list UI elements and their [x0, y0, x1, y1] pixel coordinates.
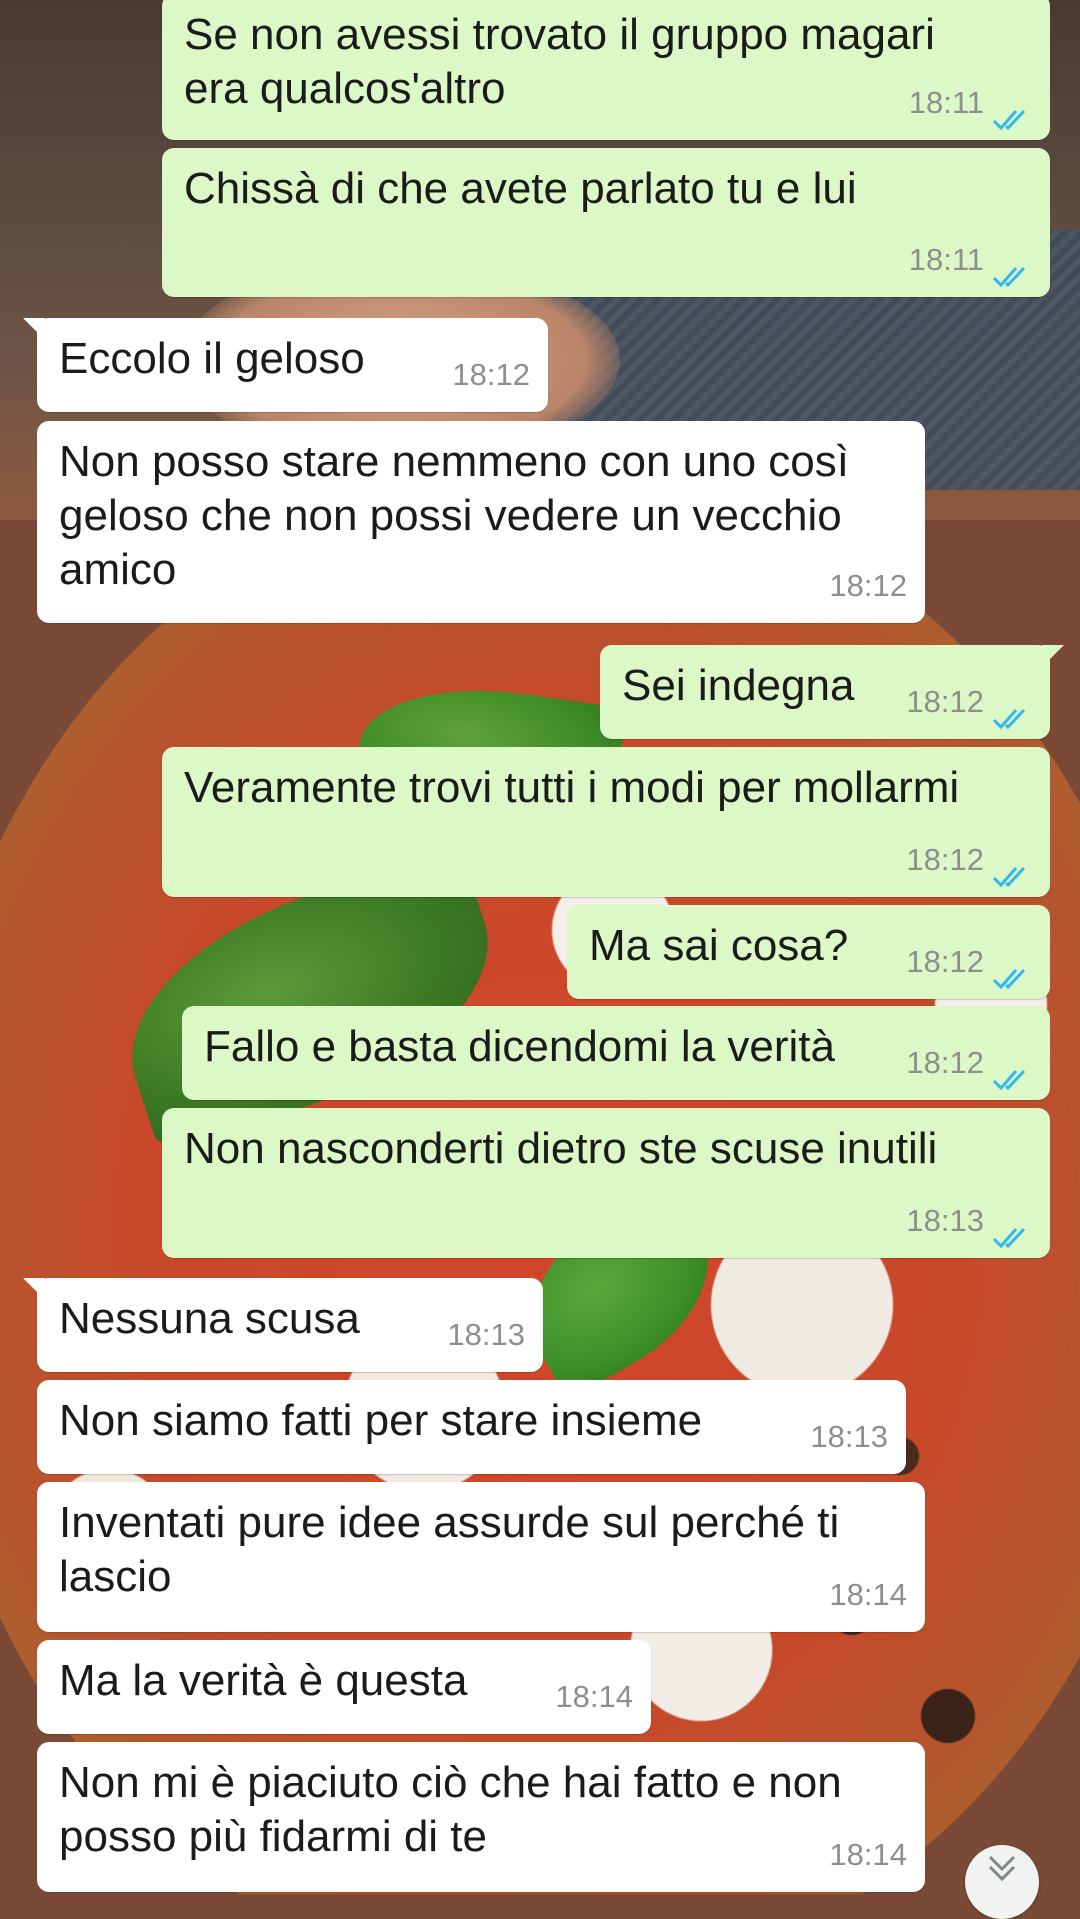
message-time: 18:12 — [906, 944, 984, 979]
message-bubble-incoming[interactable]: Eccolo il geloso 18:12 — [23, 318, 548, 412]
message-bubble-incoming[interactable]: Nessuna scusa 18:13 — [23, 1278, 543, 1372]
scroll-to-bottom-button[interactable] — [965, 1845, 1039, 1919]
read-receipt-icon — [992, 1209, 1032, 1249]
message-time: 18:12 — [829, 568, 907, 603]
message-bubble-outgoing[interactable]: Veramente trovi tutti i modi per mollarm… — [162, 747, 1050, 897]
message-time: 18:12 — [906, 842, 984, 877]
read-receipt-icon — [992, 950, 1032, 990]
message-text: Non posso stare nemmeno con uno così gel… — [59, 437, 850, 594]
chevron-down-icon — [982, 1845, 1022, 1890]
message-bubble-outgoing[interactable]: Se non avessi trovato il gruppo magari e… — [162, 0, 1050, 140]
message-time: 18:14 — [555, 1679, 633, 1714]
message-text: Non nasconderti dietro ste scuse inutili — [184, 1124, 938, 1173]
message-text: Ma la verità è questa — [59, 1656, 468, 1705]
message-bubble-incoming[interactable]: Non posso stare nemmeno con uno così gel… — [37, 421, 925, 623]
read-receipt-icon — [992, 690, 1032, 730]
message-bubble-incoming[interactable]: Inventati pure idee assurde sul perché t… — [37, 1482, 925, 1632]
message-bubble-incoming[interactable]: Ma la verità è questa 18:14 — [37, 1640, 651, 1734]
message-time: 18:13 — [447, 1317, 525, 1352]
message-bubble-outgoing[interactable]: Ma sai cosa? 18:12 — [567, 905, 1050, 999]
message-bubble-outgoing[interactable]: Non nasconderti dietro ste scuse inutili… — [162, 1108, 1050, 1258]
message-time: 18:11 — [908, 85, 984, 120]
message-time: 18:12 — [452, 357, 530, 392]
bubble-tail — [23, 1278, 45, 1300]
bubble-tail — [1042, 645, 1064, 667]
message-text: Fallo e basta dicendomi la verità — [204, 1022, 835, 1071]
message-bubble-outgoing[interactable]: Chissà di che avete parlato tu e lui 18:… — [162, 148, 1050, 297]
read-receipt-icon — [992, 248, 1032, 288]
message-bubble-incoming[interactable]: Non mi è piaciuto ciò che hai fatto e no… — [37, 1742, 925, 1892]
message-text: Non mi è piaciuto ciò che hai fatto e no… — [59, 1758, 842, 1861]
message-list[interactable]: Se non avessi trovato il gruppo magari e… — [0, 0, 1080, 1894]
message-time: 18:14 — [829, 1837, 907, 1872]
read-receipt-icon — [992, 1051, 1032, 1091]
message-bubble-outgoing[interactable]: Sei indegna 18:12 — [600, 645, 1064, 739]
message-time: 18:14 — [829, 1577, 907, 1612]
message-time: 18:13 — [906, 1203, 984, 1238]
message-time: 18:11 — [908, 242, 984, 277]
message-time: 18:12 — [906, 684, 984, 719]
read-receipt-icon — [992, 91, 1032, 131]
message-text: Se non avessi trovato il gruppo magari e… — [184, 10, 935, 113]
message-time: 18:13 — [810, 1419, 888, 1454]
read-receipt-icon — [992, 848, 1032, 888]
message-bubble-incoming[interactable]: Non siamo fatti per stare insieme 18:13 — [37, 1380, 906, 1474]
bubble-tail — [23, 318, 45, 340]
message-bubble-outgoing[interactable]: Fallo e basta dicendomi la verità 18:12 — [182, 1006, 1050, 1100]
message-text: Veramente trovi tutti i modi per mollarm… — [184, 763, 960, 812]
message-text: Inventati pure idee assurde sul perché t… — [59, 1498, 840, 1601]
message-time: 18:12 — [906, 1045, 984, 1080]
message-text: Chissà di che avete parlato tu e lui — [184, 164, 857, 213]
message-text: Non siamo fatti per stare insieme — [59, 1396, 703, 1445]
